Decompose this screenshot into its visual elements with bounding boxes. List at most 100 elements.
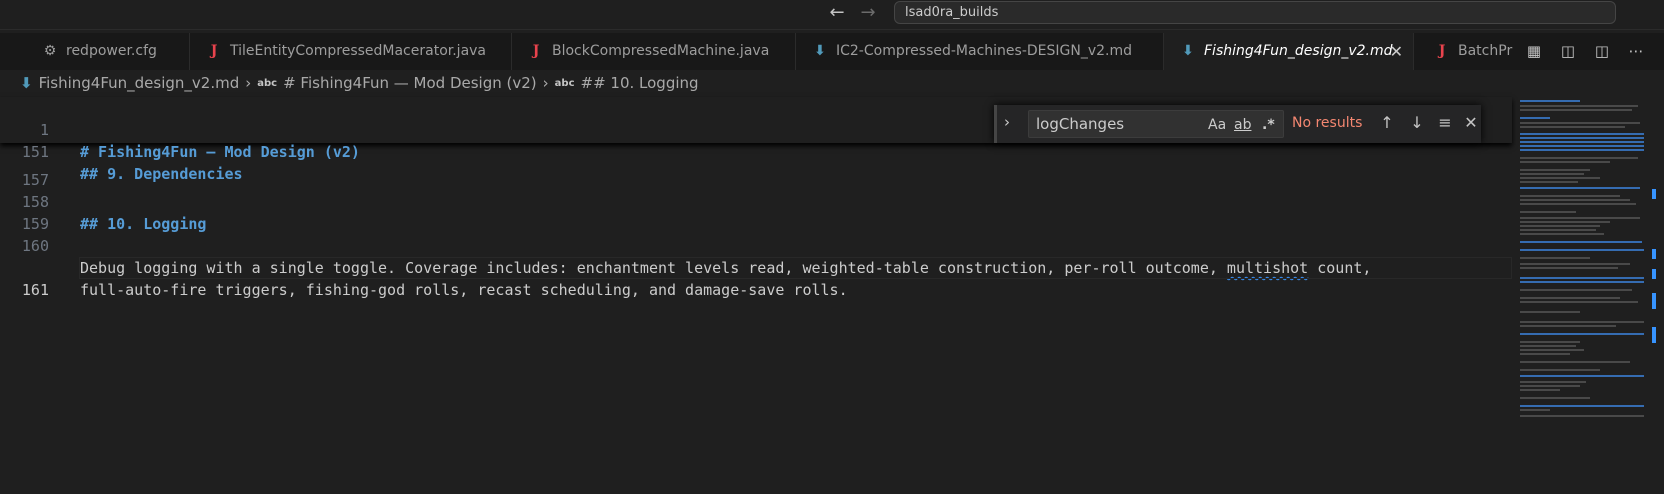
minimap-line xyxy=(1520,325,1616,327)
open-preview-icon[interactable]: ◫ xyxy=(1558,42,1578,62)
split-editor-icon[interactable]: ◫ xyxy=(1592,42,1612,62)
minimap-line xyxy=(1520,203,1636,205)
tab-redpower-cfg[interactable]: ⚙ redpower.cfg xyxy=(0,33,190,70)
arrow-right-icon[interactable]: → xyxy=(856,2,880,26)
line-text: # Fishing4Fun — Mod Design (v2) xyxy=(80,143,360,161)
code-line[interactable]: 159 xyxy=(0,191,1512,233)
java-icon: J xyxy=(1438,43,1446,59)
tab-tileentity-java[interactable]: J TileEntityCompressedMacerator.java xyxy=(190,33,512,70)
chevron-right-icon: › xyxy=(542,74,549,92)
minimap-line xyxy=(1520,173,1584,175)
code-line-wrapped[interactable]: full-auto-fire triggers, fishing-god rol… xyxy=(0,235,1512,299)
minimap-line xyxy=(1520,241,1642,243)
minimap-line xyxy=(1520,145,1644,147)
chevron-right-icon: › xyxy=(245,74,252,92)
minimap-line xyxy=(1520,311,1580,313)
minimap-line xyxy=(1520,405,1644,407)
minimap-line xyxy=(1520,341,1580,343)
minimap-line xyxy=(1520,225,1600,227)
minimap-line xyxy=(1520,353,1570,355)
minimap-line xyxy=(1520,187,1640,189)
java-icon: J xyxy=(210,43,218,59)
line-text: ## 9. Dependencies xyxy=(80,165,243,183)
tab-ic2-design-md[interactable]: ⬇ IC2-Compressed-Machines-DESIGN_v2.md xyxy=(796,33,1164,70)
minimap-line xyxy=(1520,345,1576,347)
minimap-line xyxy=(1520,195,1620,197)
line-text: full-auto-fire triggers, fishing-god rol… xyxy=(80,281,848,299)
command-center-search[interactable]: lsad0ra_builds xyxy=(894,1,1616,24)
arrow-down-icon[interactable]: ↓ xyxy=(1407,113,1427,132)
tab-bar: ⚙ redpower.cfg J TileEntityCompressedMacer… xyxy=(0,33,1664,70)
tab-label: TileEntityCompressedMacerator.java xyxy=(230,43,487,59)
minimap-line xyxy=(1520,415,1644,417)
tab-label: redpower.cfg xyxy=(66,43,157,59)
close-icon[interactable]: ✕ xyxy=(1461,113,1481,132)
gear-icon: ⚙ xyxy=(43,43,57,59)
scrollbar-marker xyxy=(1652,249,1656,259)
tab-label: Fishing4Fun_design_v2.md xyxy=(1204,43,1393,59)
minimap-line xyxy=(1520,385,1580,387)
find-widget: › logChanges Aa ab .* No results ↑ ↓ ≡ ✕ xyxy=(994,105,1481,143)
scrollbar-marker xyxy=(1652,189,1656,199)
tab-fishing4fun-md[interactable]: ⬇ Fishing4Fun_design_v2.md ✕ xyxy=(1164,33,1414,70)
minimap-line xyxy=(1520,161,1610,163)
minimap-line xyxy=(1520,177,1600,179)
match-case-toggle[interactable]: Aa xyxy=(1208,116,1226,134)
minimap-line xyxy=(1520,181,1578,183)
tab-label: IC2-Compressed-Machines-DESIGN_v2.md xyxy=(836,43,1133,59)
more-actions-icon[interactable]: ⋯ xyxy=(1626,42,1646,62)
vertical-scrollbar[interactable] xyxy=(1650,97,1664,494)
minimap-line xyxy=(1520,381,1586,383)
minimap-line xyxy=(1520,100,1580,102)
minimap-line xyxy=(1520,281,1644,283)
find-in-selection-icon[interactable]: ≡ xyxy=(1435,113,1455,132)
minimap-line xyxy=(1520,389,1560,391)
minimap-line xyxy=(1520,257,1590,259)
markdown-icon: ⬇ xyxy=(814,43,826,59)
minimap-line xyxy=(1520,217,1640,219)
breadcrumb: ⬇ Fishing4Fun_design_v2.md › abc # Fishing4F… xyxy=(0,72,1664,94)
tab-blockcompressed-java[interactable]: J BlockCompressedMachine.java xyxy=(512,33,796,70)
arrow-up-icon[interactable]: ↑ xyxy=(1377,113,1397,132)
symbol-string-icon: abc xyxy=(554,78,575,89)
minimap-line xyxy=(1520,369,1600,371)
markdown-icon: ⬇ xyxy=(20,74,33,92)
scrollbar-marker xyxy=(1652,327,1656,343)
minimap-line xyxy=(1520,229,1596,231)
minimap-line xyxy=(1520,409,1550,411)
symbol-string-icon: abc xyxy=(257,78,278,89)
arrow-left-icon[interactable]: ← xyxy=(825,2,849,26)
code-line[interactable]: 161 xyxy=(0,257,1512,299)
minimap-line xyxy=(1520,149,1644,151)
minimap-line xyxy=(1520,333,1644,335)
minimap-line xyxy=(1520,301,1638,303)
minimap-line xyxy=(1520,289,1632,291)
minimap-line xyxy=(1520,221,1610,223)
minimap-line xyxy=(1520,361,1630,363)
minimap-line xyxy=(1520,199,1630,201)
close-icon[interactable]: ✕ xyxy=(1390,33,1403,70)
breadcrumb-symbol-title[interactable]: # Fishing4Fun — Mod Design (v2) xyxy=(283,74,537,92)
code-line[interactable]: 160 Debug logging with a single toggle. … xyxy=(0,213,1512,277)
regex-toggle[interactable]: .* xyxy=(1262,116,1275,134)
minimap-line xyxy=(1520,233,1604,235)
breadcrumb-file[interactable]: Fishing4Fun_design_v2.md xyxy=(39,74,240,92)
open-changes-icon[interactable]: ▦ xyxy=(1524,42,1544,62)
minimap-line xyxy=(1520,321,1644,323)
tab-batchpr-java[interactable]: J BatchPr xyxy=(1414,33,1524,70)
title-bar: ← → lsad0ra_builds xyxy=(0,0,1664,30)
chevron-right-icon[interactable]: › xyxy=(1004,113,1010,131)
minimap-line xyxy=(1520,122,1640,124)
breadcrumb-symbol-section[interactable]: ## 10. Logging xyxy=(581,74,699,92)
editor[interactable]: 1 # Fishing4Fun — Mod Design (v2) 151 ##… xyxy=(0,97,1664,494)
scrollbar-marker xyxy=(1652,269,1656,279)
minimap[interactable] xyxy=(1512,97,1650,494)
minimap-line xyxy=(1520,267,1618,269)
minimap-line xyxy=(1520,211,1576,213)
minimap-line xyxy=(1520,157,1638,159)
whole-word-toggle[interactable]: ab xyxy=(1234,116,1251,134)
minimap-line xyxy=(1520,137,1644,139)
editor-actions: ▦ ◫ ◫ ⋯ xyxy=(1514,33,1664,70)
minimap-line xyxy=(1520,169,1590,171)
minimap-line xyxy=(1520,375,1644,377)
